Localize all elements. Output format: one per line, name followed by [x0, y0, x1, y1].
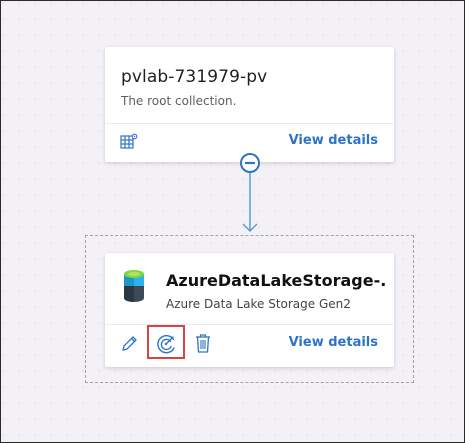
edit-pencil-icon[interactable] [120, 333, 138, 353]
delete-trash-icon[interactable] [194, 333, 212, 354]
collapse-minus-icon[interactable] [239, 152, 261, 174]
collection-name: pvlab-731979-pv [121, 67, 268, 87]
collection-view-details-link[interactable]: View details [289, 133, 378, 148]
collection-description: The root collection. [121, 94, 237, 108]
data-source-name: AzureDataLakeStorage-... [166, 271, 386, 290]
table-gear-icon[interactable] [120, 133, 138, 151]
data-source-type: Azure Data Lake Storage Gen2 [166, 297, 351, 311]
azure-data-lake-storage-icon [124, 270, 144, 302]
card-divider [105, 123, 394, 124]
data-map-canvas[interactable]: pvlab-731979-pv The root collection. Vie… [0, 0, 465, 443]
new-scan-highlight-box [147, 325, 185, 359]
data-source-view-details-link[interactable]: View details [289, 335, 378, 350]
collection-card: pvlab-731979-pv The root collection. Vie… [105, 47, 394, 162]
